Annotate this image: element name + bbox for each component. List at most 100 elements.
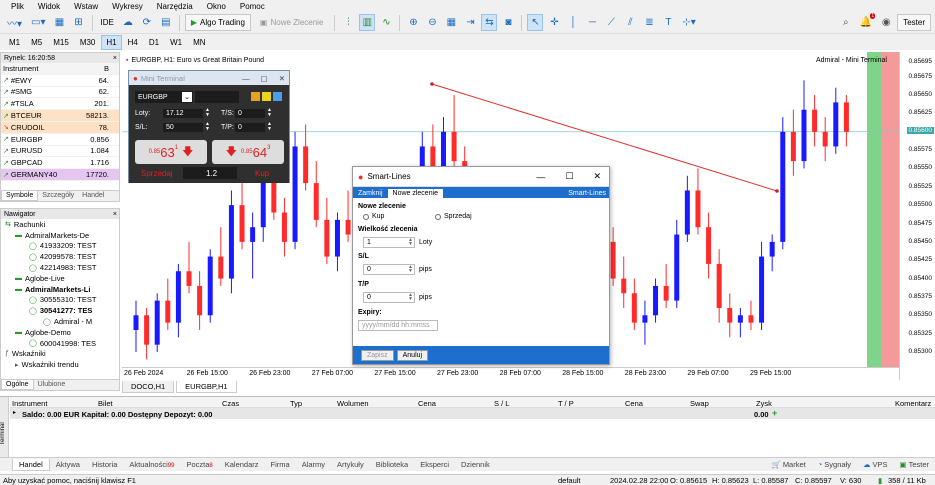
profiles-icon[interactable]: ▭▾	[28, 14, 48, 31]
timeframe-button[interactable]: H4	[123, 35, 143, 50]
crosshair-icon[interactable]: ✛	[546, 14, 562, 31]
tester-button[interactable]: Tester	[897, 14, 931, 31]
navigator-item[interactable]: ▬ Aglobe-Demo	[1, 327, 119, 338]
trend-line-icon[interactable]: ⟋	[603, 14, 619, 31]
text-tool-icon[interactable]: T	[660, 14, 676, 31]
navigator-item[interactable]: ▬ AdmiralMarkets-De	[1, 230, 119, 241]
terminal-tab[interactable]: Handel	[12, 458, 50, 471]
timeframe-button[interactable]: D1	[144, 35, 164, 50]
horizontal-line-icon[interactable]: ─	[584, 14, 600, 31]
column-instrument[interactable]: Instrument	[3, 64, 79, 73]
screenshot-icon[interactable]: ◙	[500, 14, 516, 31]
market-watch-row[interactable]: ↗ EURGBP 0.856	[1, 133, 119, 146]
market-watch-row[interactable]: ↗ EURUSD 1.084	[1, 145, 119, 158]
terminal-tab[interactable]: Aktualności99	[123, 459, 180, 470]
zoom-out-icon[interactable]: ⊖	[424, 14, 440, 31]
market-watch-tab[interactable]: Handel	[78, 191, 108, 201]
info-icon[interactable]	[262, 92, 271, 101]
market-watch-row[interactable]: ↗ #EWY 64.	[1, 74, 119, 87]
navigator-item[interactable]: ▬ Aglobe-Live	[1, 273, 119, 284]
navigator-tab[interactable]: Ogólne	[1, 380, 34, 390]
maximize-icon[interactable]: ▢	[257, 74, 272, 83]
terminal-tab[interactable]: Artykuły	[331, 459, 370, 470]
terminal-tab[interactable]: Historia	[86, 459, 123, 470]
sl-spinner[interactable]: ▲ ▼	[407, 265, 414, 274]
history-icon[interactable]: ⟳	[139, 14, 155, 31]
menu-item[interactable]: Okno	[200, 2, 233, 11]
market-watch-tab[interactable]: Szczegóły	[38, 191, 78, 201]
navigator-item[interactable]: ƒ Wskaźniki	[1, 349, 119, 360]
ts-spinner[interactable]: ▲ ▼	[267, 108, 272, 118]
column-bid[interactable]: B	[79, 64, 119, 73]
column-header[interactable]: Instrument	[12, 399, 47, 408]
column-header[interactable]: Typ	[290, 399, 302, 408]
collapse-icon[interactable]: ▸	[13, 409, 16, 416]
lots-input[interactable]: 17.12	[163, 109, 203, 118]
chart-shift-icon[interactable]: ⇆	[481, 14, 498, 31]
expiry-input[interactable]: yyyy/mm/dd hh:mmss	[358, 320, 438, 331]
zoom-in-icon[interactable]: ⊕	[405, 14, 421, 31]
tp-input[interactable]: 0 ▲ ▼	[363, 292, 415, 303]
timeframe-button[interactable]: MN	[188, 35, 210, 50]
save-button[interactable]: Zapisz	[361, 349, 394, 361]
account-icon[interactable]: ◉	[878, 14, 894, 31]
terminal-right-tab[interactable]: 🛒 Market	[765, 459, 811, 470]
navigator-item[interactable]: ▬ AdmiralMarkets-Li	[1, 284, 119, 295]
new-order-button[interactable]: ▣ Nowe Zlecenie	[254, 14, 329, 31]
lots-input[interactable]: 1 ▲ ▼	[363, 237, 415, 248]
cancel-button[interactable]: Anuluj	[396, 349, 429, 361]
ide-button[interactable]: IDE	[98, 14, 117, 31]
autoscroll-icon[interactable]: ⇥	[462, 14, 478, 31]
vertical-line-icon[interactable]: │	[565, 14, 581, 31]
navigator-item[interactable]: ◯ Admiral - M	[1, 316, 119, 327]
timeframe-button[interactable]: M1	[4, 35, 25, 50]
terminal-tab[interactable]: Kalendarz	[219, 459, 265, 470]
menu-item[interactable]: Narzędzia	[150, 2, 200, 11]
terminal-tab[interactable]: Poczta8	[180, 459, 218, 470]
column-header[interactable]: Wolumen	[337, 399, 369, 408]
navigator-item[interactable]: ◯ 600041998: TES	[1, 338, 119, 349]
close-icon[interactable]: ×	[113, 55, 119, 62]
chart-tab[interactable]: DOCO,H1	[122, 381, 175, 393]
cloud-icon[interactable]: ☁	[120, 14, 136, 31]
menu-item[interactable]: Wykresy	[105, 2, 150, 11]
trend-line-anchor[interactable]	[430, 82, 434, 86]
menu-item[interactable]: Pomoc	[233, 2, 272, 11]
minimize-icon[interactable]: —	[238, 74, 254, 83]
smart-lines-title-bar[interactable]: ● Smart-Lines — ☐ ✕	[353, 167, 609, 187]
timeframe-button[interactable]: M15	[48, 35, 74, 50]
terminal-tab[interactable]: Biblioteka	[370, 459, 415, 470]
timeframe-button[interactable]: H1	[101, 34, 122, 50]
navigator-item[interactable]: ▸ Wskaźniki trendu	[1, 359, 119, 370]
column-header[interactable]: S / L	[494, 399, 509, 408]
column-header[interactable]: T / P	[558, 399, 574, 408]
market-watch-tab[interactable]: Symbole	[1, 191, 39, 201]
column-header[interactable]: Cena	[418, 399, 436, 408]
data-window-icon[interactable]: ⊞	[71, 14, 87, 31]
sell-label[interactable]: Sprzedaj	[141, 169, 173, 178]
terminal-tab[interactable]: Dziennik	[455, 459, 496, 470]
tp-spinner[interactable]: ▲ ▼	[267, 122, 272, 132]
timeframe-button[interactable]: M5	[26, 35, 47, 50]
menu-item[interactable]: Wstaw	[67, 2, 105, 11]
minimize-icon[interactable]: —	[528, 172, 553, 182]
terminal-tab[interactable]: Aktywa	[50, 459, 86, 470]
sl-input[interactable]: 0 ▲ ▼	[363, 264, 415, 275]
tab-close-order[interactable]: Zamknij	[353, 189, 388, 198]
sell-radio[interactable]: Sprzedaj	[435, 213, 472, 220]
terminal-tab[interactable]: Firma	[265, 459, 296, 470]
buy-button[interactable]: 🡇 0.85 64 3	[212, 140, 284, 164]
menu-item[interactable]: Plik	[4, 2, 31, 11]
buy-label[interactable]: Kup	[255, 169, 269, 178]
line-chart-icon[interactable]: ∿	[378, 14, 394, 31]
tp-input[interactable]: 0	[235, 123, 265, 132]
market-watch-row[interactable]: ↗ #TSLA 201.	[1, 98, 119, 111]
mini-terminal-title-bar[interactable]: ● Mini Terminal — ▢ ✕	[129, 71, 289, 85]
terminal-tab[interactable]: Eksperci	[414, 459, 455, 470]
market-watch-row[interactable]: ↗ GBPCAD 1.716	[1, 157, 119, 170]
column-header[interactable]: Bilet	[98, 399, 113, 408]
close-icon[interactable]: ×	[113, 211, 119, 218]
add-icon[interactable]: +	[772, 408, 777, 418]
market-watch-row[interactable]: ↗ #SMG 62.	[1, 86, 119, 99]
timeframe-button[interactable]: W1	[165, 35, 187, 50]
